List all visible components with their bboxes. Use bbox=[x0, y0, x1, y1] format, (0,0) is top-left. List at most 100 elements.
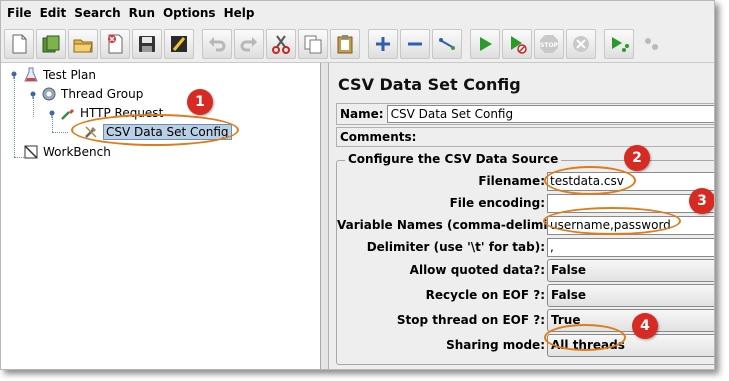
callout-badge-4: 4 bbox=[632, 313, 658, 339]
panel-title: CSV Data Set Config bbox=[338, 75, 521, 94]
filename-label: Filename: bbox=[478, 174, 545, 188]
remote-button[interactable] bbox=[636, 29, 666, 59]
tree-node-label: WorkBench bbox=[43, 145, 111, 159]
remote-icon bbox=[645, 37, 658, 50]
toggle-icon bbox=[439, 37, 455, 50]
expander-icon[interactable] bbox=[9, 69, 19, 79]
name-row: Name: CSV Data Set Config bbox=[336, 103, 714, 125]
callout-ring-2 bbox=[544, 166, 636, 195]
undo-icon bbox=[209, 36, 226, 51]
open-button[interactable] bbox=[68, 28, 98, 59]
tree-connector bbox=[52, 117, 53, 132]
menu-search[interactable]: Search bbox=[74, 6, 120, 20]
menu-options[interactable]: Options bbox=[163, 6, 216, 20]
tree-connector bbox=[33, 97, 34, 117]
tree-connector bbox=[14, 77, 15, 157]
start-button[interactable] bbox=[470, 28, 500, 59]
shutdown-icon bbox=[573, 35, 589, 52]
allow-quoted-select[interactable]: False bbox=[547, 258, 714, 282]
paste-button[interactable] bbox=[330, 28, 360, 59]
pane-splitter[interactable] bbox=[321, 63, 329, 369]
pipette-icon bbox=[60, 105, 76, 121]
open-icon bbox=[73, 39, 93, 52]
start-no-pauses-button[interactable] bbox=[502, 28, 532, 59]
save-screenshot-button[interactable] bbox=[164, 28, 194, 59]
stop-icon: STOP bbox=[540, 34, 559, 53]
stop-thread-on-eof-label: Stop thread on EOF ?: bbox=[396, 313, 545, 327]
recycle-on-eof-label: Recycle on EOF ?: bbox=[425, 288, 545, 302]
sharing-mode-label: Sharing mode: bbox=[446, 338, 545, 352]
tree-node-test-plan[interactable]: Test Plan bbox=[23, 66, 96, 84]
delimiter-field[interactable]: , bbox=[547, 237, 714, 257]
save-icon bbox=[139, 35, 155, 52]
expander-icon[interactable] bbox=[47, 108, 57, 118]
templates-button[interactable] bbox=[36, 28, 66, 59]
filename-row: Filename: testdata.csv bbox=[337, 171, 714, 191]
menu-edit[interactable]: Edit bbox=[40, 6, 67, 20]
toolbar: STOP bbox=[1, 25, 714, 63]
tree-node-label: Thread Group bbox=[61, 87, 144, 101]
flask-icon bbox=[23, 67, 39, 83]
svg-text:STOP: STOP bbox=[540, 42, 559, 49]
paste-icon bbox=[337, 34, 353, 53]
name-field[interactable]: CSV Data Set Config bbox=[386, 105, 714, 123]
comments-row[interactable]: Comments: bbox=[336, 127, 714, 147]
menubar: File Edit Search Run Options Help bbox=[1, 1, 714, 25]
redo-icon bbox=[240, 36, 257, 51]
csv-source-group: Configure the CSV Data Source Filename: … bbox=[336, 152, 714, 365]
comments-label: Comments: bbox=[340, 130, 417, 144]
new-icon bbox=[12, 34, 27, 53]
tree-node-thread-group[interactable]: Thread Group bbox=[41, 85, 143, 103]
stop-button[interactable]: STOP bbox=[534, 28, 564, 59]
allow-quoted-row: Allow quoted data?: False bbox=[337, 258, 714, 282]
menu-help[interactable]: Help bbox=[224, 6, 255, 20]
redo-button[interactable] bbox=[234, 28, 264, 59]
expander-icon[interactable] bbox=[28, 89, 38, 99]
menu-file[interactable]: File bbox=[7, 6, 32, 20]
test-plan-tree: Test Plan Thread Group HTTP Request CSV … bbox=[1, 63, 321, 369]
start-icon bbox=[480, 36, 492, 51]
callout-ring-1 bbox=[71, 114, 239, 146]
tree-node-workbench[interactable]: WorkBench bbox=[23, 143, 111, 161]
new-button[interactable] bbox=[4, 28, 34, 59]
copy-icon bbox=[304, 35, 322, 53]
callout-badge-2: 2 bbox=[624, 145, 650, 171]
templates-icon bbox=[42, 35, 60, 52]
tree-connector bbox=[52, 132, 68, 133]
close-button[interactable] bbox=[100, 28, 130, 59]
callout-badge-3: 3 bbox=[689, 188, 714, 214]
group-title: Configure the CSV Data Source bbox=[345, 152, 562, 166]
close-icon bbox=[108, 34, 123, 53]
sharing-mode-row: Sharing mode: All threads bbox=[337, 333, 714, 357]
recycle-on-eof-row: Recycle on EOF ?: False bbox=[337, 283, 714, 307]
remote-start-icon bbox=[612, 36, 629, 52]
callout-ring-3 bbox=[543, 207, 681, 235]
stop-thread-on-eof-row: Stop thread on EOF ?: True bbox=[337, 308, 714, 332]
copy-button[interactable] bbox=[298, 28, 328, 59]
tree-node-label: Test Plan bbox=[43, 68, 96, 82]
menu-run[interactable]: Run bbox=[129, 6, 155, 20]
callout-badge-1: 1 bbox=[187, 89, 213, 115]
undo-button[interactable] bbox=[202, 28, 232, 59]
delimiter-label: Delimiter (use '\t' for tab): bbox=[366, 240, 545, 254]
expand-icon bbox=[376, 36, 390, 51]
delimiter-row: Delimiter (use '\t' for tab): , bbox=[337, 237, 714, 257]
gear-icon bbox=[41, 86, 57, 102]
cut-icon bbox=[272, 34, 290, 54]
variable-names-label: Variable Names (comma-delimited): bbox=[337, 218, 581, 232]
allow-quoted-label: Allow quoted data?: bbox=[409, 263, 545, 277]
recycle-on-eof-select[interactable]: False bbox=[547, 283, 714, 307]
workbench-icon bbox=[23, 144, 39, 160]
save-button[interactable] bbox=[132, 28, 162, 59]
start-no-pause-icon bbox=[511, 35, 527, 54]
expand-all-button[interactable] bbox=[368, 28, 398, 59]
collapse-icon bbox=[408, 42, 422, 45]
jmeter-window: File Edit Search Run Options Help STOP T… bbox=[0, 0, 715, 370]
toggle-button[interactable] bbox=[432, 28, 462, 59]
remote-start-button[interactable] bbox=[604, 28, 634, 59]
shutdown-button[interactable] bbox=[566, 28, 596, 59]
collapse-all-button[interactable] bbox=[400, 28, 430, 59]
save-screenshot-icon bbox=[171, 35, 187, 52]
file-encoding-label: File encoding: bbox=[449, 196, 545, 210]
cut-button[interactable] bbox=[266, 28, 296, 59]
